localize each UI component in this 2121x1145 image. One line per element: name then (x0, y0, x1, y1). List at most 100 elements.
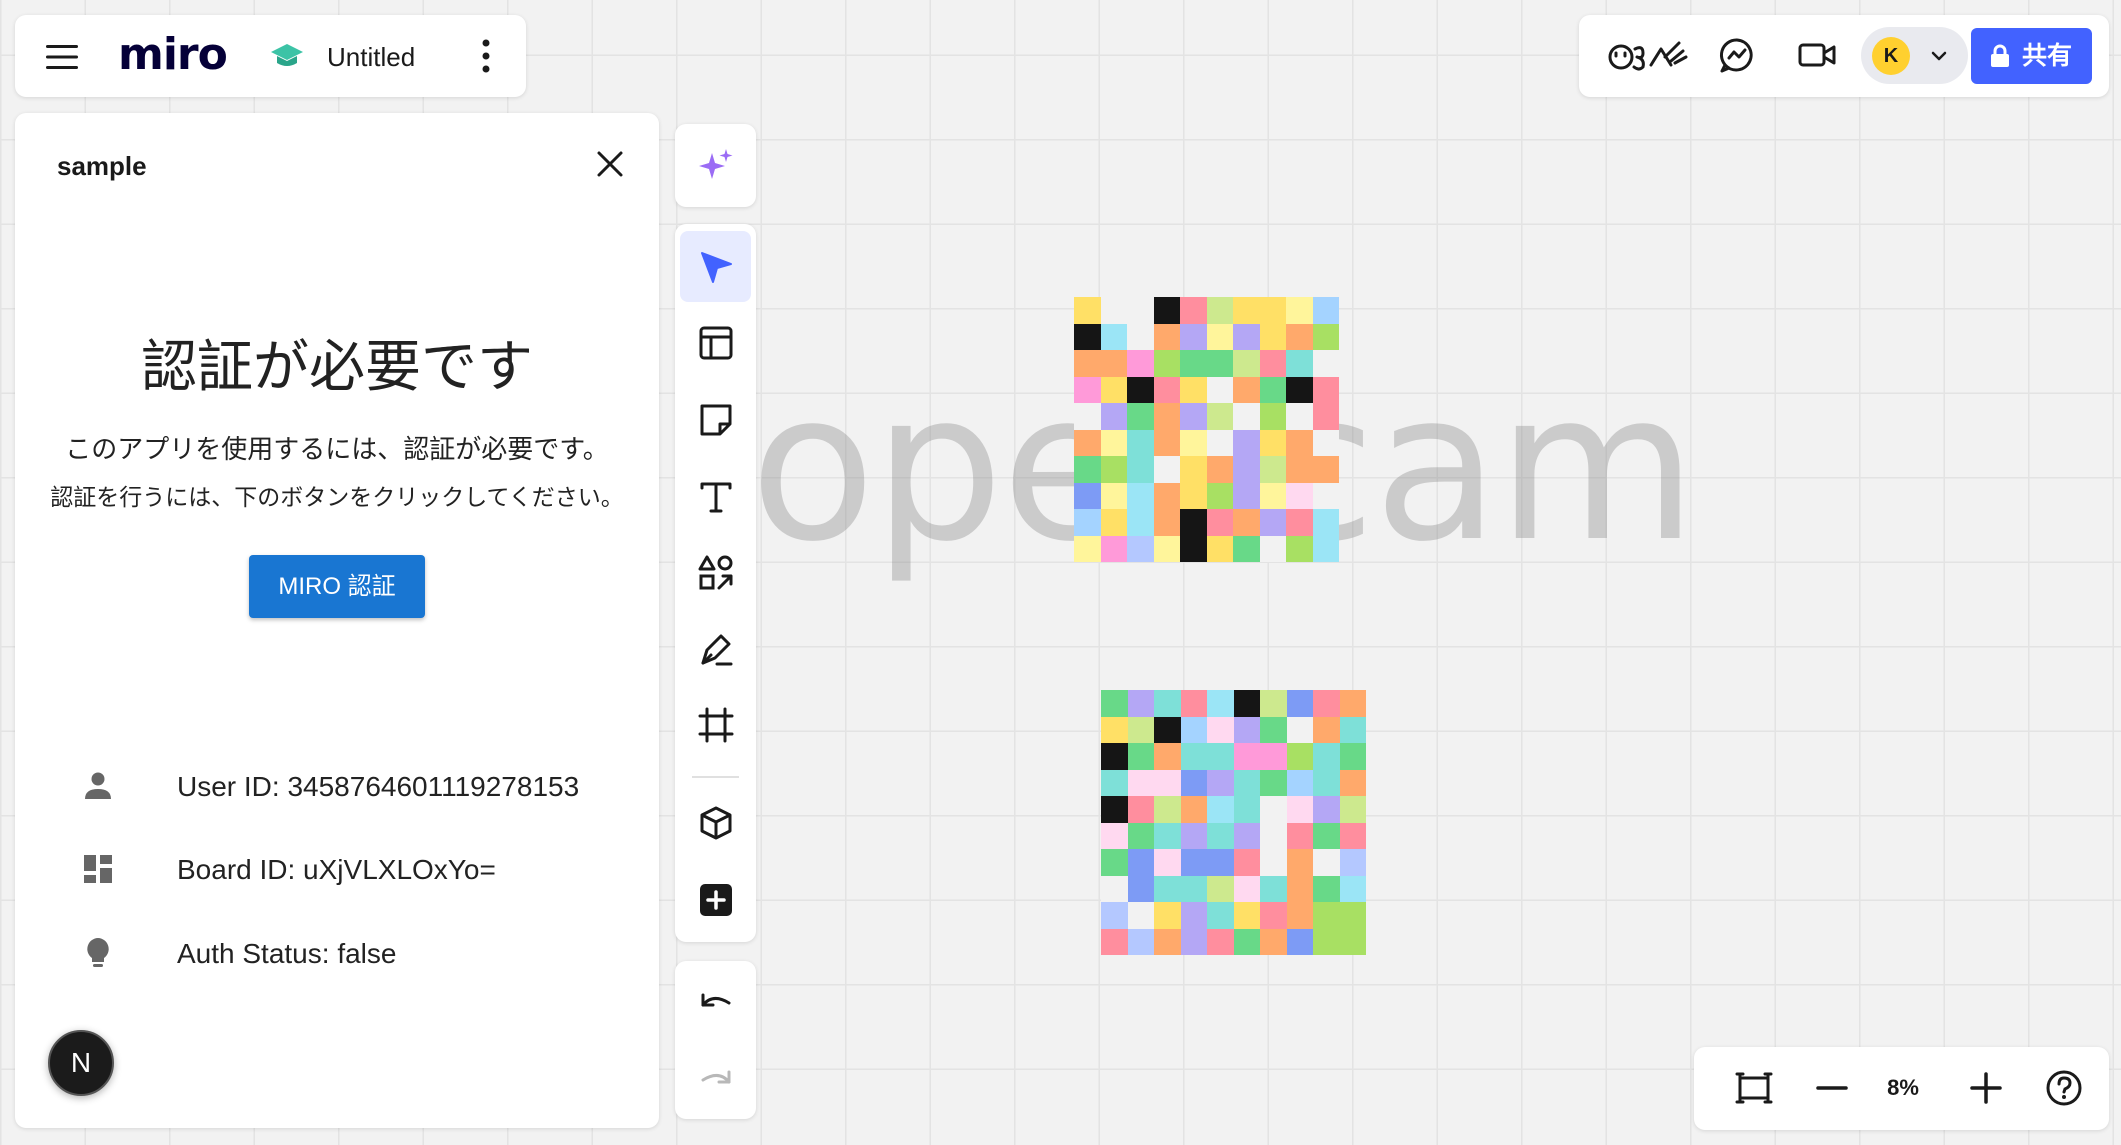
mosaic-cell (1154, 902, 1181, 929)
mosaic-cell (1206, 297, 1233, 324)
miro-logo[interactable]: miro (118, 32, 228, 78)
mosaic-cell (1074, 297, 1101, 324)
mosaic-cell (1207, 769, 1234, 796)
mosaic-cell (1286, 902, 1313, 929)
mosaic-cell (1313, 690, 1340, 717)
mosaic-cell (1100, 403, 1127, 430)
mosaic-cell (1339, 796, 1366, 823)
mosaic-cell (1312, 535, 1339, 562)
mosaic-cell (1286, 376, 1313, 403)
mosaic-cell (1259, 323, 1286, 350)
mosaic-cell (1101, 875, 1128, 902)
board-id-text: Board ID: uXjVLXLOxYo= (177, 854, 496, 885)
ai-assist-button[interactable] (680, 130, 751, 201)
templates-tool[interactable] (680, 307, 751, 378)
mosaic-cell (1286, 323, 1313, 350)
mosaic-cell (1233, 403, 1260, 430)
mosaic-cell (1180, 902, 1207, 929)
mosaic-cell (1312, 297, 1339, 324)
sparkle-icon (699, 149, 733, 179)
image-mosaic[interactable] (1074, 297, 1339, 562)
miro-auth-button[interactable]: MIRO 認証 (249, 555, 425, 618)
board-title[interactable]: Untitled (327, 42, 415, 72)
mosaic-cell (1127, 875, 1154, 902)
zoom-out-icon[interactable] (1812, 1068, 1852, 1108)
mosaic-cell (1127, 509, 1154, 536)
mosaic-cell (1127, 769, 1154, 796)
mosaic-cell (1180, 849, 1207, 876)
fit-to-screen-icon[interactable] (1734, 1068, 1774, 1108)
mosaic-cell (1233, 429, 1260, 456)
mosaic-cell (1074, 323, 1101, 350)
shapes-tool[interactable] (680, 537, 751, 608)
undo-button[interactable] (680, 966, 751, 1037)
mosaic-cell (1312, 403, 1339, 430)
mosaic-cell (1153, 350, 1180, 377)
redo-button[interactable] (680, 1043, 751, 1114)
text-tool[interactable] (680, 460, 751, 531)
select-tool[interactable] (680, 231, 751, 302)
mosaic-cell (1260, 849, 1287, 876)
mosaic-cell (1259, 297, 1286, 324)
mosaic-cell (1286, 403, 1313, 430)
lightbulb-icon (87, 938, 109, 967)
apps-tool[interactable] (680, 787, 751, 858)
mosaic-cell (1339, 743, 1366, 770)
mosaic-cell (1233, 902, 1260, 929)
zoom-in-icon[interactable] (1966, 1068, 2006, 1108)
education-plan-icon[interactable] (270, 41, 304, 71)
mosaic-cell (1233, 743, 1260, 770)
mosaic-cell (1101, 796, 1128, 823)
reactions-icon[interactable] (1607, 35, 1689, 75)
mosaic-cell (1127, 928, 1154, 955)
mosaic-cell (1339, 875, 1366, 902)
mosaic-cell (1233, 690, 1260, 717)
mosaic-cell (1180, 716, 1207, 743)
mosaic-cell (1286, 456, 1313, 483)
mosaic-cell (1233, 323, 1260, 350)
mosaic-cell (1180, 928, 1207, 955)
mosaic-cell (1259, 482, 1286, 509)
avatar[interactable]: K (1872, 37, 1910, 75)
mosaic-cell (1259, 535, 1286, 562)
collaborators-menu[interactable]: K (1861, 27, 1968, 84)
chevron-down-icon (1931, 51, 1947, 61)
more-options-icon[interactable] (480, 37, 492, 75)
mosaic-cell (1180, 796, 1207, 823)
more-tools-button[interactable] (680, 864, 751, 935)
mosaic-cell (1207, 690, 1234, 717)
zoom-level[interactable]: 8% (1865, 1073, 1941, 1103)
mosaic-cell (1312, 482, 1339, 509)
frame-tool[interactable] (680, 689, 751, 760)
board-header: miro Untitled (15, 15, 526, 97)
comments-icon[interactable] (1717, 35, 1757, 75)
video-call-icon[interactable] (1797, 35, 1837, 75)
mosaic-cell (1286, 822, 1313, 849)
share-button[interactable]: 共有 (1971, 28, 2092, 84)
mosaic-cell (1074, 456, 1101, 483)
close-icon[interactable] (595, 149, 625, 179)
mosaic-cell (1206, 482, 1233, 509)
pen-icon (701, 634, 733, 666)
mosaic-cell (1286, 509, 1313, 536)
mosaic-cell (1286, 743, 1313, 770)
undo-icon (701, 993, 731, 1007)
zoom-controls: 8% (1694, 1047, 2109, 1130)
person-icon (85, 772, 111, 799)
menu-icon[interactable] (46, 43, 78, 71)
mosaic-cell (1259, 376, 1286, 403)
mosaic-cell (1286, 535, 1313, 562)
pen-tool[interactable] (680, 613, 751, 684)
mosaic-cell (1100, 376, 1127, 403)
auth-status-row: Auth Status: false (15, 928, 659, 978)
sticky-note-tool[interactable] (680, 384, 751, 455)
mosaic-cell (1339, 822, 1366, 849)
mosaic-cell (1207, 849, 1234, 876)
nextjs-dev-badge[interactable]: N (48, 1030, 114, 1096)
help-icon[interactable] (2044, 1068, 2084, 1108)
sticky-note-icon (700, 404, 732, 436)
mosaic-cell (1206, 376, 1233, 403)
mosaic-cell (1100, 509, 1127, 536)
mosaic-cell (1154, 743, 1181, 770)
image-mosaic[interactable] (1101, 690, 1366, 955)
